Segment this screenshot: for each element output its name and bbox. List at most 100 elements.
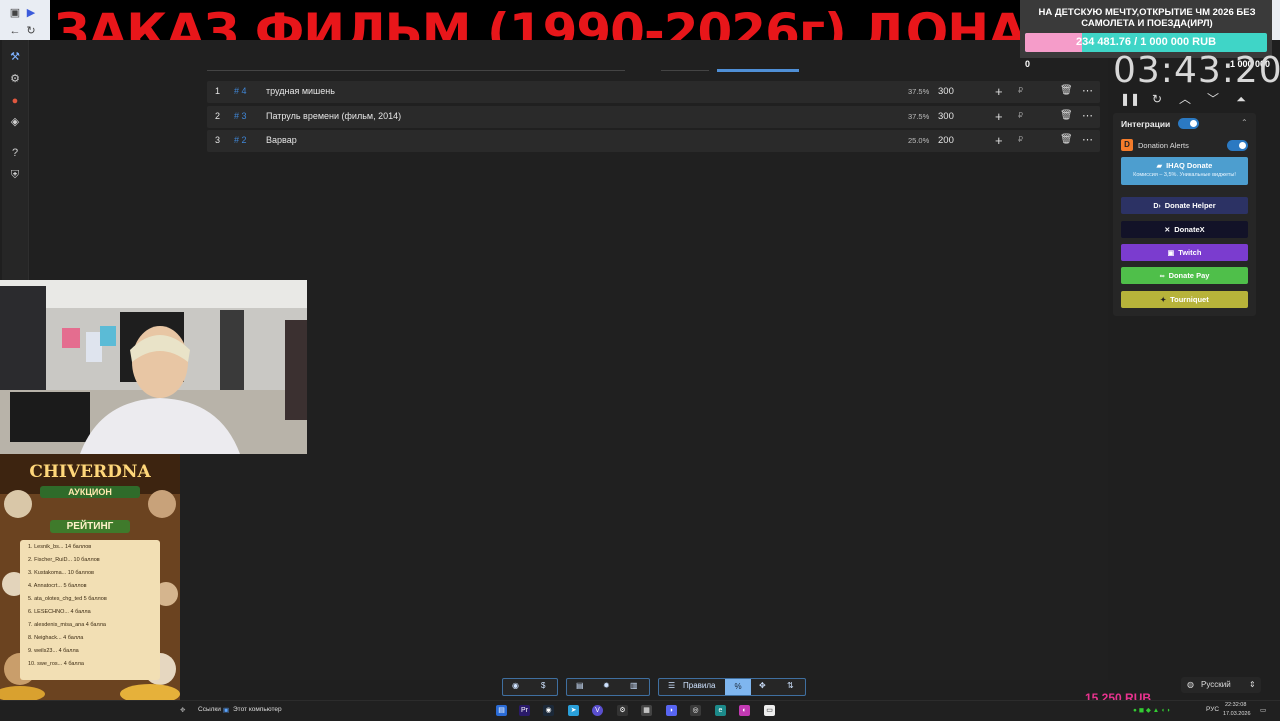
hammer-icon[interactable]: ⚒: [8, 50, 22, 64]
language-select[interactable]: ◍ Русский ⇕: [1181, 677, 1261, 693]
language-value: Русский: [1201, 680, 1231, 689]
rating-item: 10. swe_ros... 4 балла: [28, 661, 84, 667]
lot-name-input[interactable]: [207, 58, 625, 71]
gear-icon[interactable]: ⚙: [8, 72, 22, 86]
lot-id: # 4: [234, 86, 247, 96]
donatex-label: DonateX: [1174, 225, 1205, 234]
chevron-up-icon[interactable]: ︿: [1176, 90, 1194, 108]
play-icon[interactable]: ▶: [24, 6, 38, 20]
side-rail: ⚒ ⚙ ● ◈ ? ⛨: [2, 40, 29, 280]
infinity-icon: ∞: [1159, 273, 1165, 280]
chevron-up-icon[interactable]: ⌃: [1241, 118, 1248, 127]
notepad-icon[interactable]: ▭: [764, 705, 775, 716]
browser-icon[interactable]: ◐: [739, 705, 750, 716]
explorer-icon[interactable]: ▤: [496, 705, 507, 716]
reload-icon[interactable]: ↻: [24, 24, 38, 38]
vpn-icon[interactable]: V: [592, 705, 603, 716]
more-icon[interactable]: ⋯: [1082, 133, 1093, 146]
steam-icon[interactable]: ◉: [543, 705, 554, 716]
computer-label[interactable]: Этот компьютер: [233, 706, 282, 713]
donation-alerts-toggle[interactable]: [1227, 140, 1248, 151]
integrations-title: Интеграции: [1121, 119, 1171, 129]
bomb-icon[interactable]: ✹: [603, 681, 610, 690]
rating-item: 3. Kustakoma... 10 баллов: [28, 570, 94, 576]
donatex-button[interactable]: ✕ DonateX: [1121, 221, 1248, 238]
tray-icons[interactable]: ● ◼ ◆ ▲ ◖ ◗: [1133, 706, 1171, 714]
lot-amount-input[interactable]: [661, 58, 709, 71]
percent-button[interactable]: %: [725, 679, 751, 695]
clock-date[interactable]: 17.03.2026: [1223, 711, 1251, 717]
back-icon[interactable]: ←: [8, 24, 22, 38]
premiere-icon[interactable]: Pr: [519, 705, 530, 716]
rating-item: 6. LESECHNO... 4 балла: [28, 609, 91, 615]
edge-icon[interactable]: e: [715, 705, 726, 716]
lot-name[interactable]: Патруль времени (фильм, 2014): [266, 111, 401, 121]
donation-alerts-label: Donation Alerts: [1138, 141, 1189, 150]
delete-icon[interactable]: 🗑: [1060, 110, 1073, 121]
expand-icon[interactable]: ✥: [180, 706, 185, 714]
lot-percent: 37.5%: [908, 87, 930, 96]
clear-icon[interactable]: ▥: [630, 681, 638, 690]
rating-item: 8. Neighack... 4 балла: [28, 635, 84, 641]
notification-icon[interactable]: ▭: [1260, 706, 1266, 714]
twitch-button[interactable]: ▣ Twitch: [1121, 244, 1248, 261]
more-icon[interactable]: ⋯: [1082, 84, 1093, 97]
delete-icon[interactable]: 🗑: [1060, 85, 1073, 96]
lot-amount[interactable]: 200: [938, 135, 954, 146]
lot-amount[interactable]: 300: [938, 111, 954, 122]
language-indicator[interactable]: РУС: [1206, 706, 1219, 713]
lot-name[interactable]: Варвар: [266, 135, 297, 145]
more-icon[interactable]: ⋯: [1082, 109, 1093, 122]
rules-button[interactable]: Правила: [683, 681, 715, 690]
double-up-icon[interactable]: ⏶: [1232, 90, 1250, 108]
settings-icon[interactable]: ⚙: [617, 705, 628, 716]
help-icon[interactable]: ?: [8, 146, 22, 160]
sort-icon[interactable]: ⇅: [787, 681, 794, 690]
save-icon[interactable]: ▤: [576, 681, 584, 690]
ihaq-donate-button[interactable]: ▰ IHAQ Donate Комиссия – 3,5%. Уникальные…: [1121, 157, 1248, 185]
x-icon: ✕: [1164, 227, 1171, 234]
donate-helper-button[interactable]: D› Donate Helper: [1121, 197, 1248, 214]
pause-icon[interactable]: ❚❚: [1120, 90, 1140, 108]
shield-icon[interactable]: ⛨: [8, 168, 22, 182]
delete-icon[interactable]: 🗑: [1060, 134, 1073, 145]
layers-icon[interactable]: ◈: [8, 115, 22, 129]
app-icon[interactable]: ▦: [641, 705, 652, 716]
telegram-icon[interactable]: ➤: [568, 705, 579, 716]
wheel-icon[interactable]: ●: [8, 94, 22, 108]
rules-icon[interactable]: ☰: [668, 681, 675, 690]
integrations-toggle[interactable]: [1178, 118, 1199, 129]
github-icon[interactable]: ◉: [512, 681, 519, 690]
add-amount-icon[interactable]: +: [995, 109, 1003, 124]
pin-icon[interactable]: ▣: [8, 6, 22, 20]
ihaq-donate-label: IHAQ Donate: [1166, 161, 1213, 170]
lot-name[interactable]: трудная мишень: [266, 86, 335, 96]
lot-row[interactable]: 1 # 4 трудная мишень 37.5% 300 + ₽ 🗑 ⋯: [207, 81, 1100, 103]
move-icon[interactable]: ✥: [759, 681, 766, 690]
currency-symbol: ₽: [1018, 135, 1024, 144]
links-label[interactable]: Ссылки: [198, 706, 221, 713]
reset-icon[interactable]: ↻: [1148, 90, 1166, 108]
add-lot-button[interactable]: [717, 57, 799, 72]
poster-rating-title: РЕЙТИНГ: [50, 520, 130, 533]
obs-icon[interactable]: ◎: [690, 705, 701, 716]
chevron-down-icon[interactable]: ﹀: [1204, 90, 1222, 108]
add-amount-icon[interactable]: +: [995, 133, 1003, 148]
add-amount-icon[interactable]: +: [995, 84, 1003, 99]
dollar-icon[interactable]: $: [541, 681, 545, 690]
lot-row[interactable]: 3 # 2 Варвар 25.0% 200 + ₽ 🗑 ⋯: [207, 130, 1100, 152]
currency-symbol: ₽: [1018, 86, 1024, 95]
star-icon: ✦: [1160, 297, 1167, 304]
tourniquet-button[interactable]: ✦ Tourniquet: [1121, 291, 1248, 308]
rating-item: 9. weils23... 4 балла: [28, 648, 79, 654]
lot-amount[interactable]: 300: [938, 86, 954, 97]
integrations-panel: Интеграции ⌃ D Donation Alerts ▰ IHAQ Don…: [1113, 113, 1256, 316]
lot-index: 1: [215, 86, 221, 96]
discord-icon[interactable]: ◗: [666, 705, 677, 716]
donate-pay-button[interactable]: ∞ Donate Pay: [1121, 267, 1248, 284]
auction-rating-poster: CHIVERDNA АУКЦИОН РЕЙТИНГ 1. Lesnik_bs..…: [0, 454, 180, 700]
clock-time[interactable]: 22:32:08: [1225, 702, 1246, 708]
goal-progress-text: 234 481.76 / 1 000 000 RUB: [1075, 36, 1217, 48]
donate-pay-label: Donate Pay: [1168, 271, 1210, 280]
lot-row[interactable]: 2 # 3 Патруль времени (фильм, 2014) 37.5…: [207, 106, 1100, 128]
